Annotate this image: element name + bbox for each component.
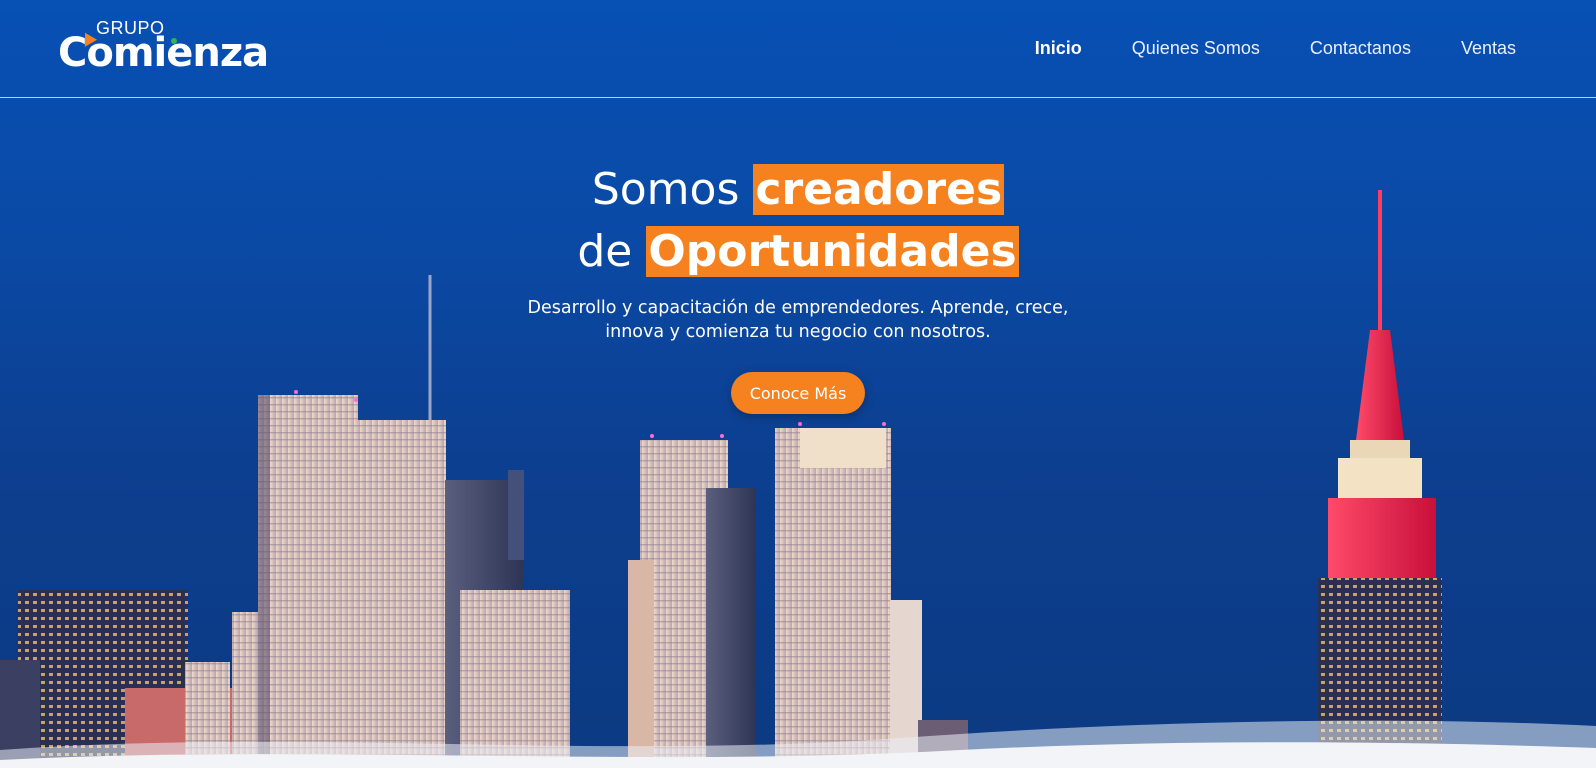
logo-green-dot-icon <box>171 38 177 44</box>
nav-item-inicio[interactable]: Inicio <box>1035 38 1082 59</box>
bottom-wave-divider <box>0 720 1596 768</box>
conoce-mas-button[interactable]: Conoce Más <box>731 372 865 414</box>
nav-item-ventas[interactable]: Ventas <box>1461 38 1516 59</box>
hero-title-line-2: de Oportunidades <box>0 222 1596 284</box>
hero-title-highlight-1: creadores <box>753 164 1005 215</box>
main-nav: Inicio Quienes Somos Contactanos Ventas <box>1035 38 1516 59</box>
hero-title-prefix-2: de <box>577 226 633 277</box>
landing-page: GRUPO Comienza Inicio Quienes Somos Cont… <box>0 0 1596 768</box>
brand-logo[interactable]: GRUPO Comienza <box>58 18 290 76</box>
site-header: GRUPO Comienza Inicio Quienes Somos Cont… <box>0 0 1596 98</box>
nav-item-contactanos[interactable]: Contactanos <box>1310 38 1411 59</box>
hero-title-highlight-2: Oportunidades <box>646 226 1019 277</box>
hero-subtitle: Desarrollo y capacitación de emprendedor… <box>518 296 1078 344</box>
hero-subtitle-line-2: innova y comienza tu negocio con nosotro… <box>605 322 991 342</box>
hero-title-prefix-1: Somos <box>591 164 740 215</box>
hero-section: Somos creadores de Oportunidades Desarro… <box>0 160 1596 414</box>
nav-item-quienes-somos[interactable]: Quienes Somos <box>1132 38 1260 59</box>
hero-title-line-1: Somos creadores <box>0 160 1596 222</box>
hero-subtitle-line-1: Desarrollo y capacitación de emprendedor… <box>527 298 1069 318</box>
